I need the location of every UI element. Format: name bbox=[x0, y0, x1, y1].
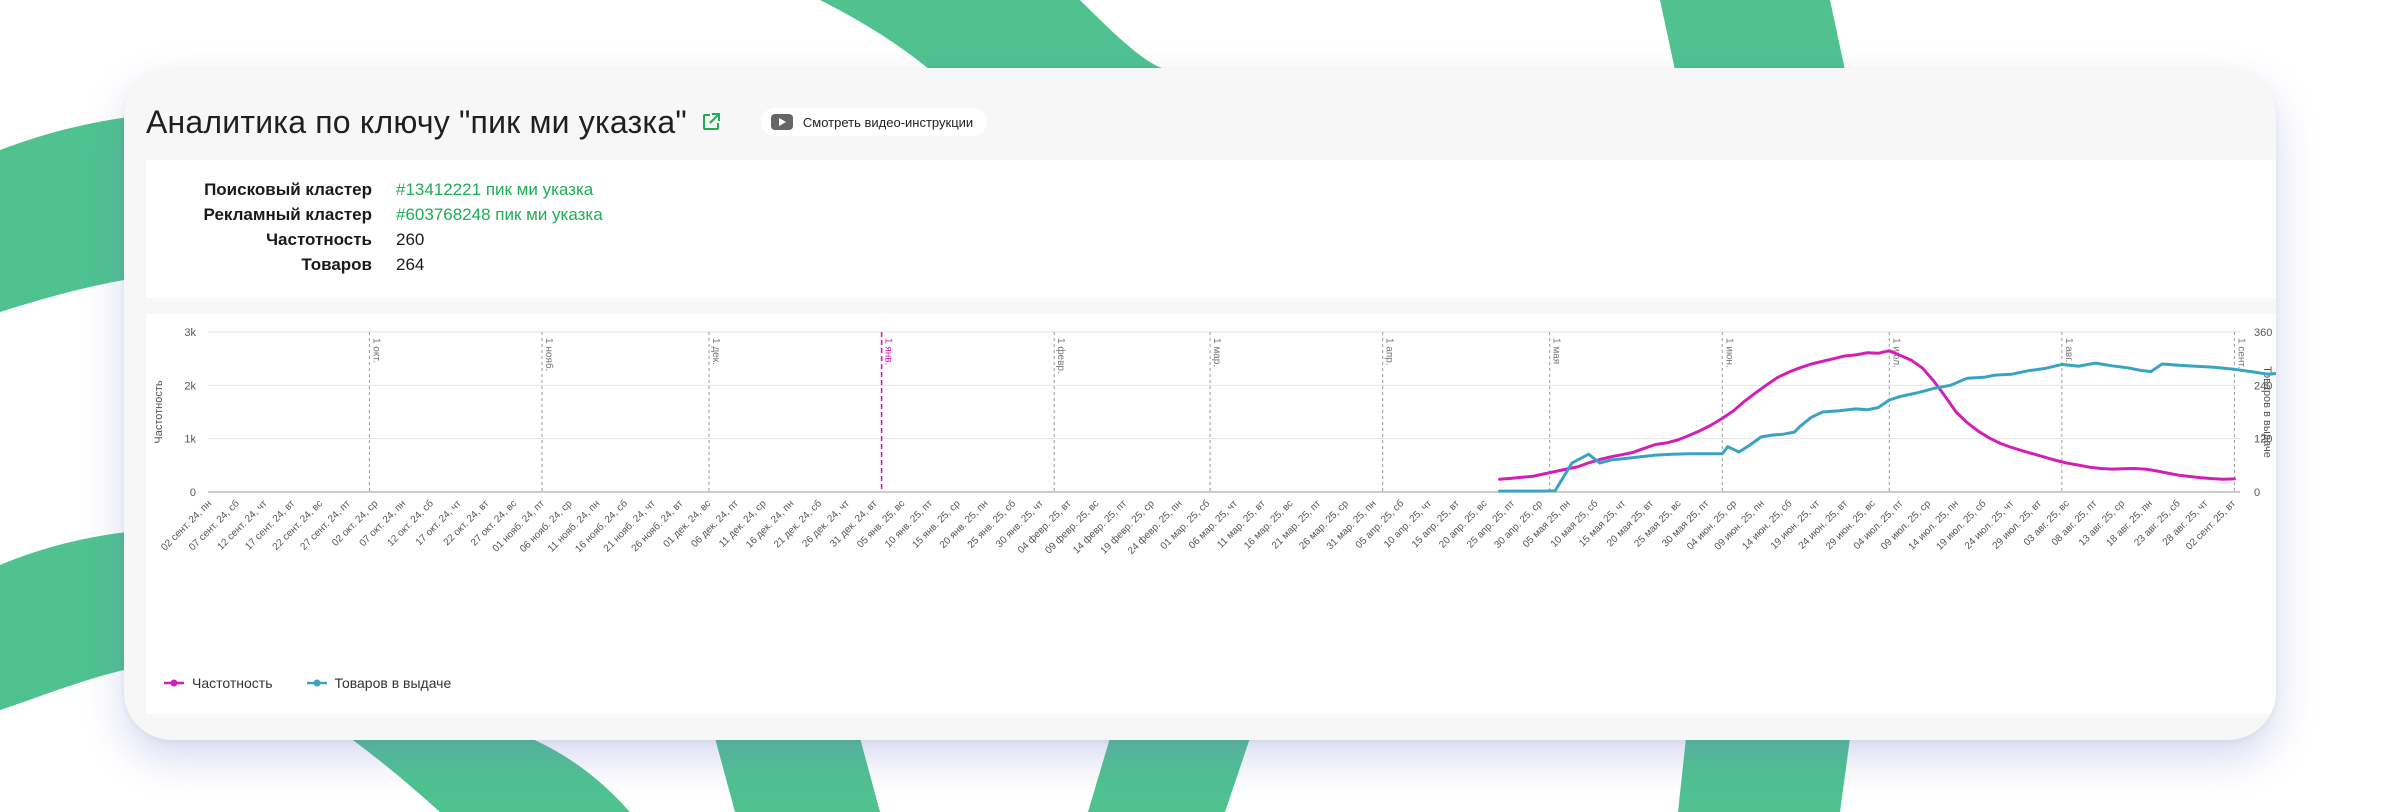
cluster-info-panel: Поисковый кластер #13412221 пик ми указк… bbox=[146, 160, 2276, 298]
products-label: Товаров bbox=[301, 255, 372, 274]
info-row-ad-cluster: Рекламный кластер #603768248 пик ми указ… bbox=[146, 203, 603, 227]
legend-marker-frequency bbox=[164, 679, 184, 687]
chart-panel: 0 1k 2k 3k 0 120 240 360 Частотность Товаров в вы… bbox=[146, 314, 2276, 714]
search-cluster-label: Поисковый кластер bbox=[204, 180, 372, 199]
video-instructions-label: Смотреть видео-инструкции bbox=[802, 114, 974, 130]
x-tick-label: 10 мая 25, сб bbox=[1548, 497, 1600, 549]
legend-marker-products bbox=[306, 679, 327, 687]
ad-cluster-label: Рекламный кластер bbox=[203, 205, 372, 224]
y-left-axis-title: Частотность bbox=[153, 380, 165, 444]
y-right-tick-label: 360 bbox=[2254, 327, 2272, 339]
analytics-chart: 01k2k3k0120240360Частотность Товаров в вы… bbox=[153, 327, 2276, 557]
info-row-search-cluster: Поисковый кластер #13412221 пик ми указк… bbox=[146, 178, 593, 202]
frequency-label: Частотность bbox=[266, 230, 372, 249]
x-tick-label: 25 янв. 25, сб bbox=[965, 497, 1018, 550]
ad-cluster-link[interactable]: #603768248 пик ми указка bbox=[396, 205, 603, 225]
external-link-icon[interactable] bbox=[701, 112, 721, 132]
analytics-card: Аналитика по ключу "пик ми указка" Смотр… bbox=[124, 68, 2276, 740]
y-right-tick-label: 0 bbox=[2254, 487, 2260, 499]
legend-item-products[interactable]: Товаров в выдаче bbox=[306, 675, 452, 691]
month-marker-label: 1 сент. bbox=[2235, 338, 2246, 369]
y-left-tick-label: 1k bbox=[184, 434, 196, 446]
month-marker-label: 1 апр. bbox=[1384, 338, 1395, 366]
x-tick-label: 01 мар. 25, сб bbox=[1158, 497, 1213, 552]
video-play-icon bbox=[770, 114, 793, 130]
chart-legend: Частотность Товаров в выдаче bbox=[164, 675, 451, 691]
x-tick-label: 05 апр. 25, сб bbox=[1353, 497, 1407, 551]
x-tick-label: 30 апр. 25, ср bbox=[1492, 498, 1545, 551]
month-marker-label: 1 окт. bbox=[370, 338, 381, 363]
month-marker-label: 1 янв. bbox=[883, 338, 894, 365]
video-instructions-button[interactable]: Смотреть видео-инструкции bbox=[760, 108, 988, 136]
y-left-tick-label: 0 bbox=[190, 487, 196, 499]
info-row-products: Товаров 264 bbox=[146, 253, 424, 277]
month-marker-label: 1 февр. bbox=[1055, 338, 1067, 374]
month-marker-label: 1 авг. bbox=[2063, 338, 2074, 362]
y-left-tick-label: 3k bbox=[184, 327, 196, 339]
card-header: Аналитика по ключу "пик ми указка" Смотр… bbox=[146, 92, 988, 152]
month-marker-label: 1 мая bbox=[1551, 338, 1562, 364]
page-title: Аналитика по ключу "пик ми указка" bbox=[146, 103, 687, 140]
info-row-frequency: Частотность 260 bbox=[146, 228, 424, 252]
x-tick-label: 21 дек. 24, сб bbox=[771, 497, 824, 550]
products-value: 264 bbox=[396, 255, 425, 274]
x-tick-label: 02 сент. 25, вт bbox=[2184, 498, 2238, 552]
month-marker-label: 1 нояб. bbox=[543, 338, 555, 371]
month-marker-label: 1 мар. bbox=[1211, 338, 1222, 367]
y-right-axis-title: Товаров в выдаче bbox=[2261, 366, 2273, 458]
legend-label-products: Товаров в выдаче bbox=[334, 675, 452, 691]
search-cluster-link[interactable]: #13412221 пик ми указка bbox=[396, 180, 593, 200]
legend-label-frequency: Частотность bbox=[192, 675, 273, 691]
legend-item-frequency[interactable]: Частотность bbox=[164, 675, 273, 691]
frequency-value: 260 bbox=[396, 230, 425, 249]
month-marker-label: 1 июн. bbox=[1723, 338, 1734, 368]
y-left-tick-label: 2k bbox=[184, 380, 196, 392]
month-marker-label: 1 дек. bbox=[710, 338, 721, 365]
